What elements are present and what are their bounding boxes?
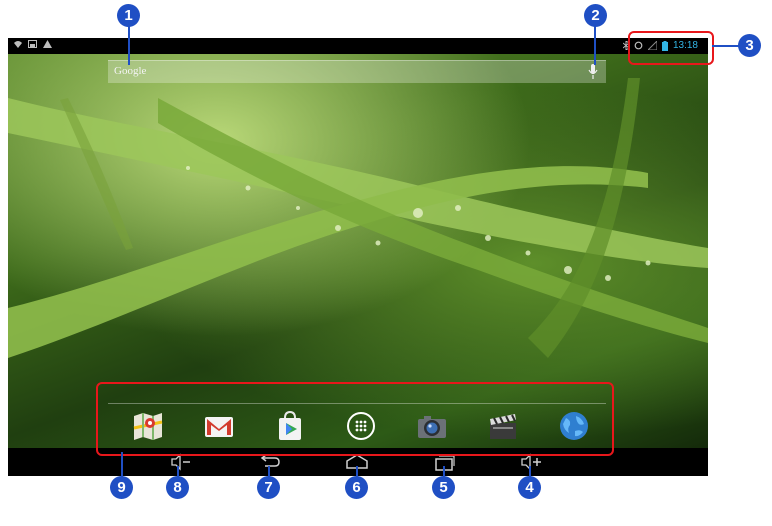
- search-label: Google: [114, 65, 147, 77]
- microphone-icon[interactable]: [588, 64, 598, 79]
- warning-icon: [43, 40, 52, 48]
- callout-4: 4: [518, 476, 541, 499]
- callout-2-leader: [594, 23, 596, 65]
- status-icons-highlight: [628, 31, 714, 65]
- callout-3-leader: [712, 45, 740, 47]
- callout-7: 7: [257, 476, 280, 499]
- notification-icons: [14, 40, 52, 48]
- google-search-bar[interactable]: Google: [108, 60, 606, 83]
- callout-1-leader: [128, 23, 130, 65]
- callout-1: 1: [117, 4, 140, 27]
- dock-highlight: [96, 382, 614, 456]
- wifi-icon: [14, 41, 22, 48]
- callout-8: 8: [166, 476, 189, 499]
- callout-2: 2: [584, 4, 607, 27]
- callout-5: 5: [432, 476, 455, 499]
- picture-icon: [28, 40, 37, 48]
- callout-6: 6: [345, 476, 368, 499]
- callout-3: 3: [738, 34, 761, 57]
- callout-9: 9: [110, 476, 133, 499]
- status-bar: 13:18: [8, 38, 708, 54]
